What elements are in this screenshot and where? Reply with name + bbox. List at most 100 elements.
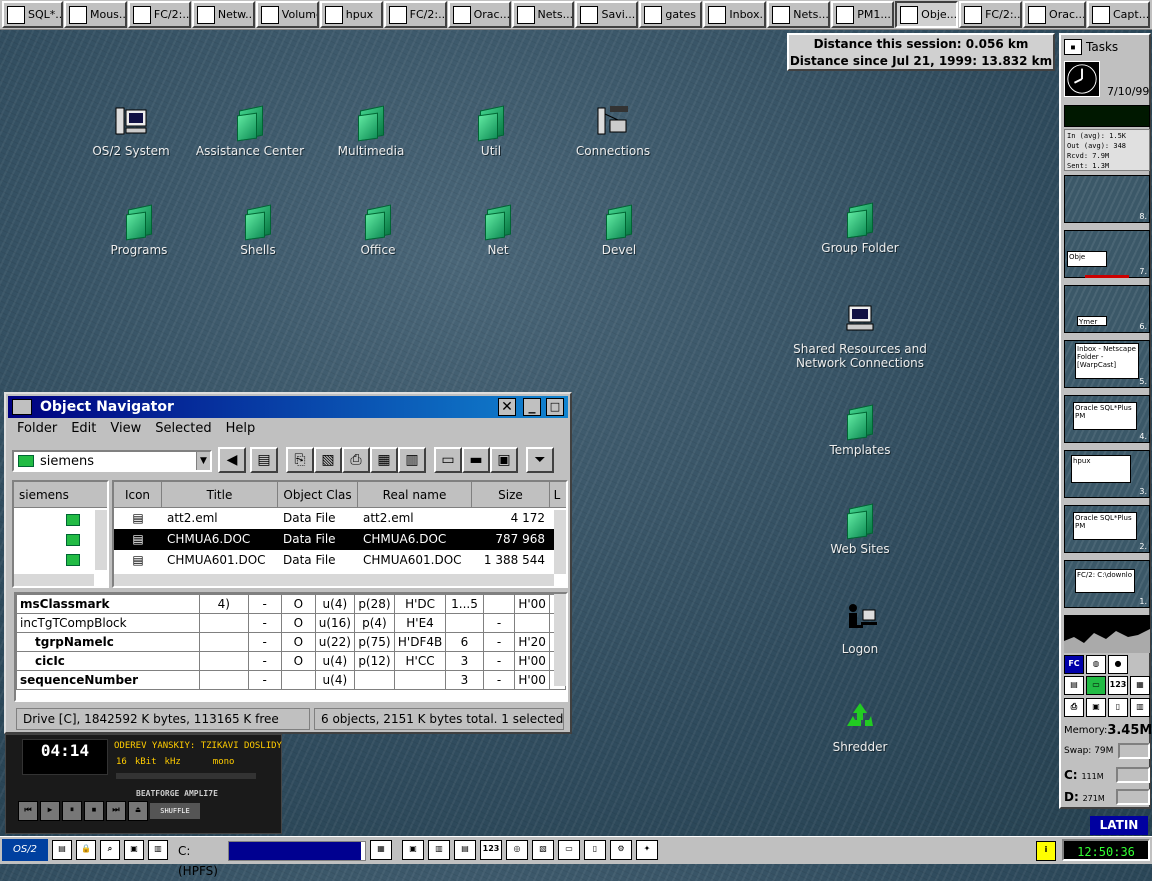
templates-icon[interactable]: Templates	[805, 403, 915, 457]
os2-system-icon[interactable]: OS/2 System	[76, 104, 186, 158]
taskbar-item[interactable]: gates	[639, 1, 703, 28]
window-titlebar[interactable]: Object Navigator ✕ _ □	[8, 396, 568, 418]
next-icon[interactable]: ⏭	[106, 801, 126, 821]
taskbar-item[interactable]: Orac...	[447, 1, 511, 28]
web-sites-icon[interactable]: Web Sites	[805, 502, 915, 556]
taskbar-item[interactable]: PM1...	[831, 1, 895, 28]
filter-button[interactable]: ⏷	[526, 447, 554, 473]
monitor-icon[interactable]: ▣	[402, 840, 424, 860]
taskbar-item[interactable]: FC/2:...	[383, 1, 447, 28]
table-row[interactable]: msClassmark4)-Ou(4)p(28)H'DC1...5H'00H	[16, 594, 566, 614]
virtual-desktop-2[interactable]: Oracle SQL*Plus PM 2.	[1064, 505, 1150, 553]
menu-view[interactable]: View	[103, 419, 148, 439]
cd-icon[interactable]: ◎	[506, 840, 528, 860]
move-button[interactable]: ▦	[370, 447, 398, 473]
grid-icon[interactable]: ▦	[1130, 676, 1150, 696]
system-menu-icon[interactable]	[12, 399, 32, 415]
chart-icon[interactable]: ▥	[428, 840, 450, 860]
taskbar-item[interactable]: Netw...	[191, 1, 255, 28]
taskbar-item[interactable]: FC/2:...	[127, 1, 191, 28]
virtual-desktop-1[interactable]: FC/2: C:\downlo 1.	[1064, 560, 1150, 608]
tree-hscrollbar[interactable]	[14, 574, 94, 586]
window-list-icon[interactable]: ▤	[52, 840, 72, 860]
tasks-button[interactable]: ◼ Tasks	[1064, 37, 1150, 57]
taskbar-item[interactable]: hpux	[319, 1, 383, 28]
taskbar-item[interactable]: Inbox...	[703, 1, 767, 28]
document-icon[interactable]: ▧	[532, 840, 554, 860]
virtual-desktop-6[interactable]: Ymer 6.	[1064, 285, 1150, 333]
taskbar-item[interactable]: Obje...	[895, 1, 959, 28]
info-icon[interactable]: i	[1036, 841, 1056, 861]
virtual-desktop-4[interactable]: Oracle SQL*Plus PM 4.	[1064, 395, 1150, 443]
find-icon[interactable]: ⌕	[100, 840, 120, 860]
column-icon[interactable]: Icon	[114, 482, 162, 507]
sparkle-icon[interactable]: ✦	[636, 840, 658, 860]
util-icon[interactable]: Util	[436, 104, 546, 158]
eject-icon[interactable]: ⏏	[128, 801, 148, 821]
folder-icon[interactable]	[66, 554, 80, 566]
minimize-icon[interactable]: _	[523, 398, 541, 416]
net-icon[interactable]: Net	[443, 203, 553, 257]
open-folder-button[interactable]: ▬	[462, 447, 490, 473]
asn-scrollbar[interactable]	[554, 594, 566, 686]
gear-icon[interactable]: ⚙	[610, 840, 632, 860]
location-dropdown[interactable]: siemens ▼	[12, 450, 212, 472]
globe-icon[interactable]: ◍	[1086, 655, 1106, 674]
printer-icon[interactable]: ⎙	[1064, 697, 1084, 717]
virtual-desktop-7[interactable]: Obje 7.	[1064, 230, 1150, 278]
table-row[interactable]: incTgTCompBlock - Ou(16) p(4) H'E4-	[16, 613, 566, 633]
program-icon[interactable]: ▭	[558, 840, 580, 860]
monitor-icon[interactable]: ▣	[1086, 697, 1106, 717]
file-row[interactable]: ▤ att2.eml Data File att2.eml 4 172	[114, 508, 566, 529]
taskbar-item[interactable]: SQL*...	[2, 1, 63, 28]
notes-button[interactable]: ▧	[314, 447, 342, 473]
maximize-icon[interactable]: □	[546, 398, 564, 416]
column-object-class[interactable]: Object Clas	[278, 482, 358, 507]
close-icon[interactable]: ✕	[498, 398, 516, 416]
properties-button[interactable]: ▥	[398, 447, 426, 473]
connections-icon[interactable]: Connections	[558, 104, 668, 158]
shutdown-icon[interactable]: ▣	[124, 840, 144, 860]
shuffle-button[interactable]: SHUFFLE	[150, 803, 200, 819]
programs-icon[interactable]: Programs	[84, 203, 194, 257]
new-folder-button[interactable]: ▭	[434, 447, 462, 473]
taskbar-item[interactable]: Capt...	[1086, 1, 1150, 28]
copy-button[interactable]: ⎘	[286, 447, 314, 473]
taskbar-item[interactable]: Nets...	[767, 1, 831, 28]
table-row[interactable]: tgrpNamelc-Ou(22)p(75)H'DF4B6-H'20H	[16, 632, 566, 652]
network-drive-icon[interactable]: ▤	[1064, 676, 1084, 696]
column-real-name[interactable]: Real name	[358, 482, 472, 507]
chevron-down-icon[interactable]: ▼	[196, 452, 210, 470]
fc2-icon[interactable]: FC	[1064, 655, 1084, 674]
virtual-desktop-3[interactable]: hpux 3.	[1064, 450, 1150, 498]
lotus123-icon[interactable]: 123	[480, 840, 502, 860]
lock-icon[interactable]: 🔒	[76, 840, 96, 860]
earth-icon[interactable]: ●	[1108, 655, 1128, 674]
file-list-hscrollbar[interactable]	[114, 574, 554, 586]
folder-icon[interactable]	[66, 534, 80, 546]
virtual-desktop-5[interactable]: Inbox - Netscape Folder - [WarpCast] 5.	[1064, 340, 1150, 388]
keyboard-layout-indicator[interactable]: LATIN	[1090, 816, 1148, 835]
system-monitor-icon[interactable]: ▤	[454, 840, 476, 860]
virtual-desktop-8[interactable]: 8.	[1064, 175, 1150, 223]
table-row[interactable]: sequenceNumber-u(4)3-H'00H	[16, 670, 566, 690]
folder-icon[interactable]	[66, 514, 80, 526]
shells-icon[interactable]: Shells	[203, 203, 313, 257]
taskbar-item[interactable]: Nets...	[511, 1, 575, 28]
terminal-icon[interactable]: ▯	[584, 840, 606, 860]
pause-icon[interactable]: ⏸	[62, 801, 82, 821]
taskbar-item[interactable]: Orac...	[1023, 1, 1086, 28]
menu-selected[interactable]: Selected	[148, 419, 218, 439]
taskbar-item[interactable]: FC/2:...	[959, 1, 1023, 28]
taskbar-item[interactable]: Mous...	[63, 1, 127, 28]
multimedia-icon[interactable]: Multimedia	[316, 104, 426, 158]
menu-folder[interactable]: Folder	[10, 419, 64, 439]
taskbar-item[interactable]: Savi...	[575, 1, 639, 28]
folder-icon[interactable]: ▭	[1086, 676, 1106, 696]
terminal-icon[interactable]: ▯	[1108, 697, 1128, 717]
devel-icon[interactable]: Devel	[564, 203, 674, 257]
grid-icon[interactable]: ▦	[370, 840, 392, 860]
os2-start-button[interactable]: OS/2	[2, 839, 48, 861]
file-row[interactable]: ▤ CHMUA601.DOC Data File CHMUA601.DOC 1 388 …	[114, 550, 566, 571]
previous-icon[interactable]: ⏮	[18, 801, 38, 821]
